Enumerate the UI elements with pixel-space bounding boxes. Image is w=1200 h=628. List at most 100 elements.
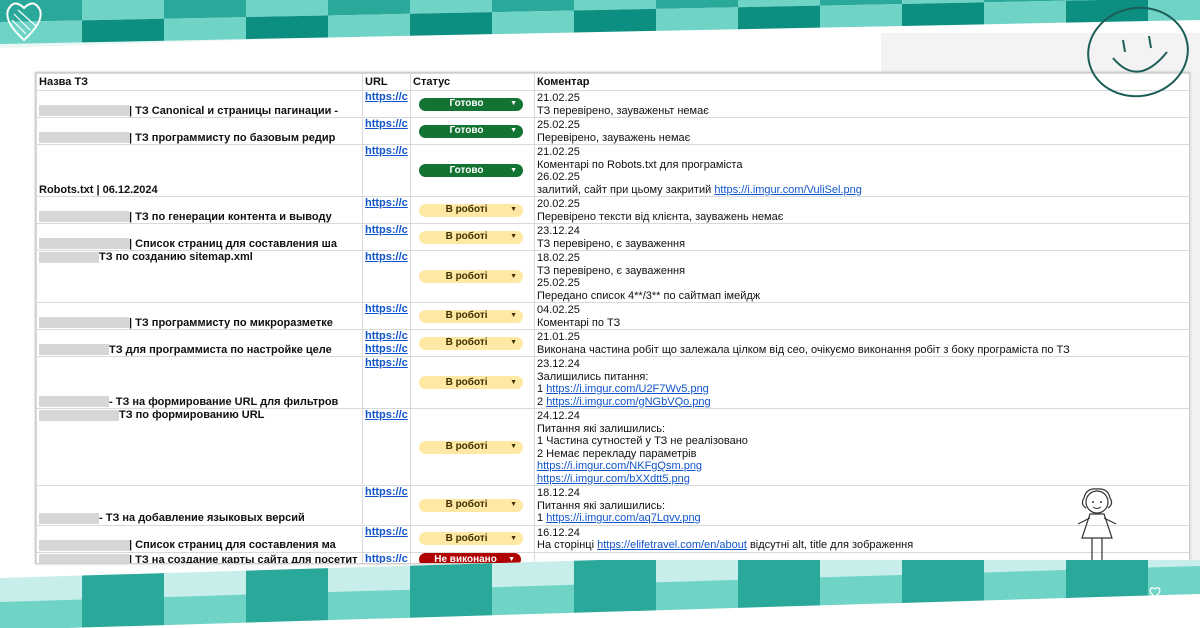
comment-cell[interactable]: 21.02.25 Коментарі по Robots.txt для прог… — [534, 144, 1189, 197]
comment-link[interactable]: https://i.imgur.com/VuliSel.png — [714, 184, 862, 196]
table-row[interactable]: | ТЗ Canonical и страницы пагинации - htt… — [36, 90, 1189, 118]
column-header-url[interactable]: URL — [362, 73, 411, 91]
status-dropdown[interactable]: В роботі ▼ — [419, 440, 523, 454]
status-cell[interactable]: Готово ▼ — [410, 144, 535, 197]
status-cell[interactable]: В роботі ▼ — [410, 223, 535, 251]
url-text[interactable]: https://c — [365, 526, 408, 538]
status-cell[interactable]: В роботі ▼ — [410, 524, 535, 553]
status-cell[interactable]: В роботі ▼ — [410, 250, 535, 303]
task-name-cell[interactable]: | Список страниц для составления ша — [36, 223, 363, 251]
comment-link[interactable]: https://i.imgur.com/aq7Lqvv.png — [546, 512, 701, 524]
status-cell[interactable]: В роботі ▼ — [410, 356, 535, 409]
table-row[interactable]: - ТЗ на формирование URL для фильтров htt… — [36, 356, 1189, 409]
status-dropdown[interactable]: В роботі ▼ — [419, 270, 523, 284]
url-text[interactable]: https://c — [365, 119, 408, 131]
url-link[interactable]: https://c — [362, 250, 411, 303]
url-link[interactable]: https://c — [362, 302, 411, 330]
status-dropdown[interactable]: В роботі ▼ — [419, 499, 523, 513]
bottom-decorative-band — [0, 560, 1200, 628]
task-name-cell[interactable]: | ТЗ программисту по микроразметке — [36, 302, 363, 330]
url-link[interactable]: https://c — [362, 356, 411, 409]
comment-link[interactable]: https://i.imgur.com/bXXdtt5.png — [537, 473, 690, 485]
task-name-cell[interactable]: - ТЗ на формирование URL для фильтров — [36, 356, 363, 409]
comment-cell[interactable]: 24.12.24 Питання які залишились: 1 Частина… — [534, 408, 1189, 486]
task-name-cell[interactable]: ТЗ по формированию URL — [36, 408, 363, 486]
url-link[interactable]: https://c — [362, 485, 411, 526]
comment-link[interactable]: https://i.imgur.com/U2F7Wv5.png — [546, 383, 709, 395]
status-dropdown[interactable]: В роботі ▼ — [419, 230, 523, 244]
status-label: В роботі — [445, 499, 488, 511]
comment-link[interactable]: https://i.imgur.com/gNGbVQo.png — [546, 396, 710, 408]
status-dropdown[interactable]: В роботі ▼ — [419, 532, 523, 546]
heart-doodle-icon — [6, 2, 42, 42]
url-text[interactable]: https://c — [365, 252, 408, 264]
status-cell[interactable]: В роботі ▼ — [410, 302, 535, 330]
url-text[interactable]: https://c — [365, 198, 408, 210]
comment-cell[interactable]: 23.12.24 Залишились питання: 1 https://i.i… — [534, 356, 1189, 409]
status-dropdown[interactable]: В роботі ▼ — [419, 336, 523, 350]
url-text[interactable]: https://c — [365, 304, 408, 316]
column-header-name[interactable]: Назва ТЗ — [36, 73, 363, 91]
table-row[interactable]: | Список страниц для составления ма https… — [36, 524, 1189, 553]
status-dropdown[interactable]: Готово ▼ — [419, 164, 523, 178]
url-text[interactable]: https://c — [365, 92, 408, 104]
task-name-cell[interactable]: | ТЗ по генерации контента и выводу — [36, 196, 363, 224]
chevron-down-icon: ▼ — [510, 339, 517, 347]
table-row[interactable]: | ТЗ по генерации контента и выводу https… — [36, 196, 1189, 224]
table-row[interactable]: | ТЗ программисту по базовым редир https:… — [36, 117, 1189, 145]
status-cell[interactable]: В роботі ▼ — [410, 485, 535, 526]
chevron-down-icon: ▼ — [510, 312, 517, 320]
url-link[interactable]: https://c — [362, 408, 411, 486]
url-link[interactable]: https://c — [362, 90, 411, 118]
task-name-cell[interactable]: | ТЗ программисту по базовым редир — [36, 117, 363, 145]
url-link[interactable]: https://c — [362, 524, 411, 553]
comment-line: 23.12.24 — [537, 358, 580, 370]
column-header-status[interactable]: Статус — [410, 73, 535, 91]
status-dropdown[interactable]: В роботі ▼ — [419, 309, 523, 323]
url-link[interactable]: https://c — [362, 223, 411, 251]
status-dropdown[interactable]: В роботі ▼ — [419, 203, 523, 217]
url-text[interactable]: https://c — [365, 343, 408, 356]
url-link[interactable]: https://c https://c — [362, 329, 411, 357]
status-cell[interactable]: В роботі ▼ — [410, 329, 535, 357]
comment-cell[interactable]: 20.02.25 Перевірено тексти від клієнта, з… — [534, 196, 1189, 224]
table-row[interactable]: | ТЗ программисту по микроразметке https:… — [36, 302, 1189, 330]
task-name-cell[interactable]: - ТЗ на добавление языковых версий — [36, 485, 363, 526]
url-text[interactable]: https://c — [365, 410, 408, 422]
url-link[interactable]: https://c — [362, 117, 411, 145]
table-row[interactable]: ТЗ для программиста по настройке целе htt… — [36, 329, 1189, 357]
task-name-cell[interactable]: ТЗ для программиста по настройке целе — [36, 329, 363, 357]
url-text[interactable]: https://c — [365, 358, 408, 370]
status-dropdown[interactable]: В роботі ▼ — [419, 376, 523, 390]
comment-cell[interactable]: 23.12.24 ТЗ перевірено, є зауваження — [534, 223, 1189, 251]
url-text[interactable]: https://c — [365, 146, 408, 158]
task-name-cell[interactable]: ТЗ по созданию sitemap.xml — [36, 250, 363, 303]
status-cell[interactable]: В роботі ▼ — [410, 408, 535, 486]
comment-link[interactable]: https://elifetravel.com/en/about — [597, 539, 747, 551]
table-row[interactable]: - ТЗ на добавление языковых версий https:… — [36, 485, 1189, 526]
status-cell[interactable]: Готово ▼ — [410, 90, 535, 118]
url-text[interactable]: https://c — [365, 331, 408, 343]
status-cell[interactable]: Готово ▼ — [410, 117, 535, 145]
table-row[interactable]: Robots.txt | 06.12.2024 https://c Готово ▼ 2… — [36, 144, 1189, 197]
task-name-cell[interactable]: Robots.txt | 06.12.2024 — [36, 144, 363, 197]
url-text[interactable]: https://c — [365, 486, 408, 498]
task-name-cell[interactable]: | Список страниц для составления ма — [36, 524, 363, 553]
status-dropdown[interactable]: Готово ▼ — [419, 97, 523, 111]
url-link[interactable]: https://c — [362, 196, 411, 224]
status-label: В роботі — [445, 310, 488, 322]
table-row[interactable]: ТЗ по созданию sitemap.xml https://c В роб… — [36, 250, 1189, 303]
status-cell[interactable]: В роботі ▼ — [410, 196, 535, 224]
comment-cell[interactable]: 21.01.25 Виконана частина робіт що залежа… — [534, 329, 1189, 357]
comment-cell[interactable]: 04.02.25 Коментарі по ТЗ — [534, 302, 1189, 330]
table-row[interactable]: ТЗ по формированию URL https://c В роботі ▼… — [36, 408, 1189, 486]
task-name-cell[interactable]: | ТЗ Canonical и страницы пагинации - — [36, 90, 363, 118]
table-row[interactable]: | Список страниц для составления ша https… — [36, 223, 1189, 251]
comment-line: Виконана частина робіт що залежала цілко… — [537, 343, 1070, 356]
status-dropdown[interactable]: Готово ▼ — [419, 124, 523, 138]
comment-cell[interactable]: 18.02.25 ТЗ перевірено, є зауваження 25.02… — [534, 250, 1189, 303]
comment-link[interactable]: https://i.imgur.com/NKFgQsm.png — [537, 460, 702, 472]
url-text[interactable]: https://c — [365, 225, 408, 237]
comment-cell[interactable]: 25.02.25 Перевірено, зауважень немає — [534, 117, 1189, 145]
url-link[interactable]: https://c — [362, 144, 411, 197]
